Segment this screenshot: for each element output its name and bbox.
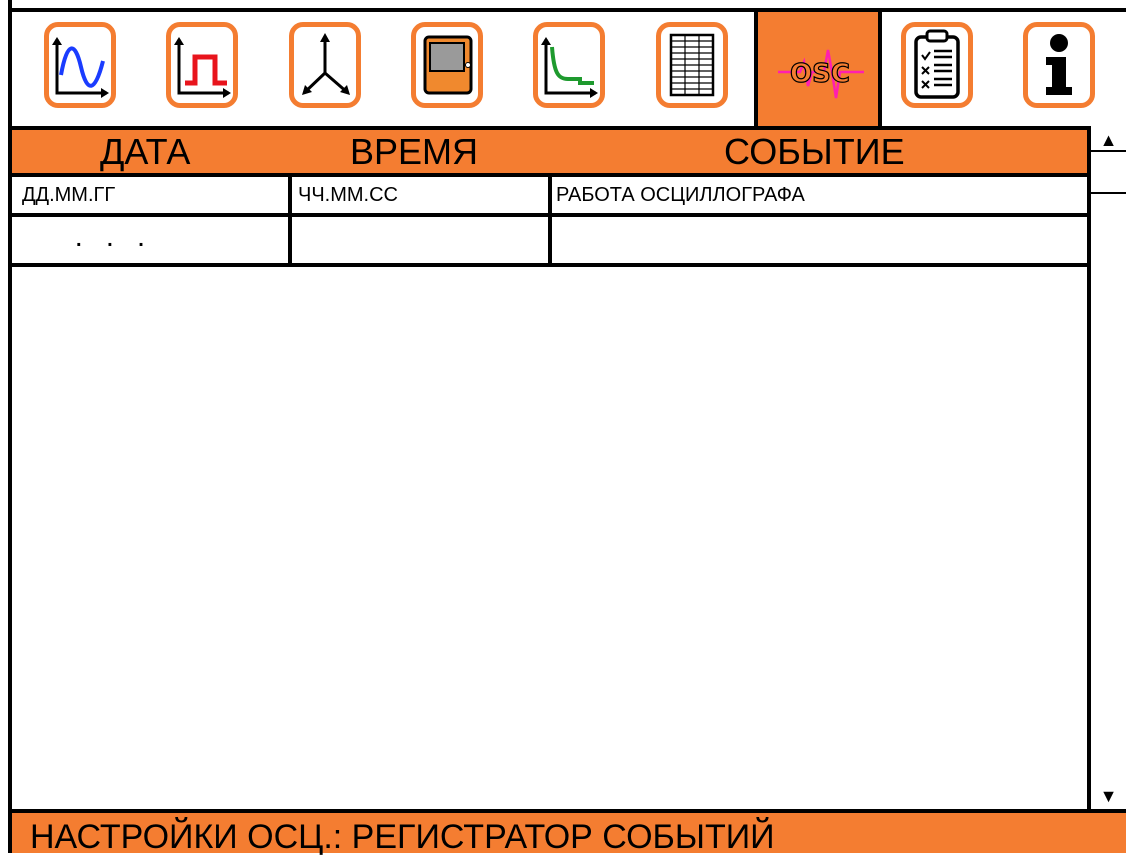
scrollbar-thumb[interactable]: [1091, 150, 1126, 194]
sine-wave-icon: [52, 37, 109, 98]
scroll-down-arrow-icon[interactable]: ▼: [1091, 786, 1126, 806]
table-header: ДАТА ВРЕМЯ СОБЫТИЕ: [12, 126, 1087, 177]
row-1-time[interactable]: ЧЧ.ММ.СС: [298, 183, 398, 207]
status-bar: НАСТРОЙКИ ОСЦ.: РЕГИСТРАТОР СОБЫТИЙ: [12, 809, 1126, 856]
scrollbar-border: [1087, 126, 1091, 809]
header-time: ВРЕМЯ: [350, 131, 479, 172]
tab-separator: [754, 12, 758, 126]
frame-top-border: [8, 8, 1126, 12]
cabinet-icon: [423, 35, 473, 95]
table-icon: [669, 33, 715, 97]
tab-table[interactable]: [656, 22, 728, 108]
osc-label: OSC: [790, 59, 850, 89]
tab-sine-wave[interactable]: [44, 22, 116, 108]
checklist-icon: [914, 29, 960, 99]
tab-decay-curve[interactable]: [533, 22, 605, 108]
row-1-date[interactable]: ДД.ММ.ГГ: [22, 183, 115, 207]
row-2-date[interactable]: . . .: [76, 228, 154, 252]
three-phase-vector-icon: [302, 33, 350, 95]
pulse-icon: [174, 37, 231, 98]
info-icon: [1046, 34, 1072, 95]
scrollbar[interactable]: [1087, 126, 1126, 809]
column-divider: [548, 173, 552, 267]
row-1-event[interactable]: РАБОТА ОСЦИЛЛОГРАФА: [556, 183, 805, 207]
header-date: ДАТА: [100, 131, 191, 172]
status-text: НАСТРОЙКИ ОСЦ.: РЕГИСТРАТОР СОБЫТИЙ: [30, 818, 775, 856]
tab-separator: [878, 12, 882, 126]
screen-frame: OSC ДАТА ВРЕМЯ СОБЫТИЕ ДД.ММ.ГГ ЧЧ.ММ.СС…: [0, 0, 1126, 856]
tab-cabinet[interactable]: [411, 22, 483, 108]
tab-three-phase[interactable]: [289, 22, 361, 108]
osc-icon[interactable]: OSC: [774, 28, 866, 108]
scroll-up-arrow-icon[interactable]: ▲: [1091, 130, 1126, 150]
tab-pulse[interactable]: [166, 22, 238, 108]
column-divider: [288, 173, 292, 267]
header-event: СОБЫТИЕ: [724, 131, 905, 172]
decay-curve-icon: [541, 37, 598, 98]
tab-checklist[interactable]: [901, 22, 973, 108]
tab-info[interactable]: [1023, 22, 1095, 108]
